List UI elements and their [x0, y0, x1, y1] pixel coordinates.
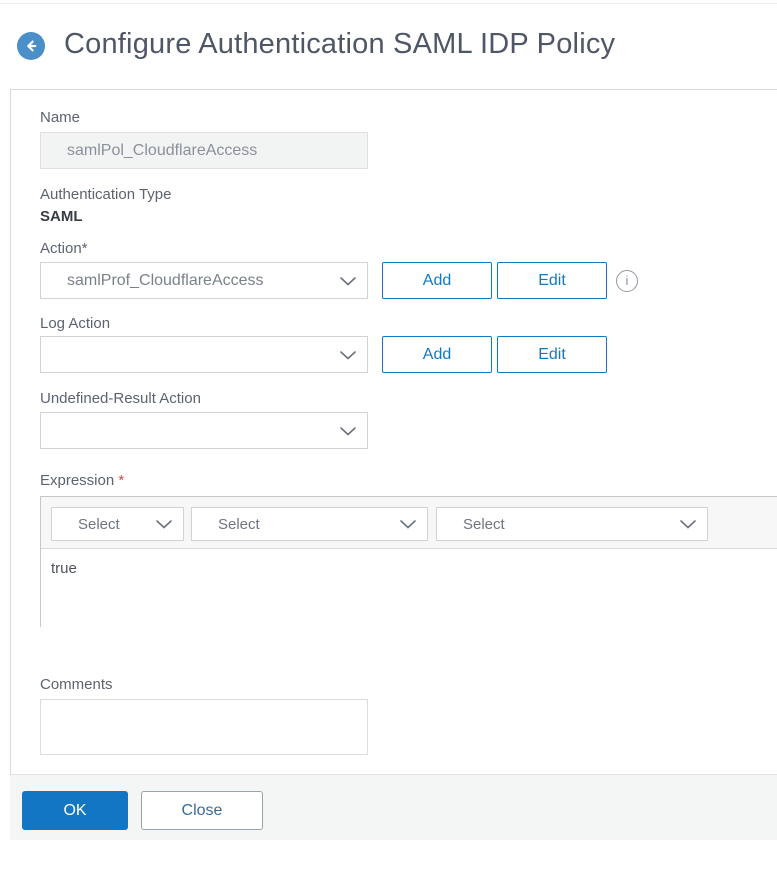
- expression-label: Expression *: [40, 472, 124, 489]
- comments-label: Comments: [40, 676, 113, 693]
- back-button[interactable]: [17, 32, 45, 60]
- action-add-button[interactable]: Add: [382, 262, 492, 299]
- chevron-down-icon: [340, 426, 356, 436]
- undefined-result-action-select[interactable]: [40, 412, 368, 449]
- chevron-down-icon: [680, 520, 696, 529]
- chevron-down-icon: [400, 520, 416, 529]
- log-action-edit-button[interactable]: Edit: [497, 336, 607, 373]
- top-divider: [0, 3, 777, 4]
- log-action-select[interactable]: [40, 336, 368, 373]
- action-edit-button[interactable]: Edit: [497, 262, 607, 299]
- expression-input[interactable]: true: [41, 549, 777, 627]
- required-marker: *: [118, 472, 125, 489]
- action-select-value: samlProf_CloudflareAccess: [67, 271, 264, 289]
- info-icon[interactable]: i: [616, 270, 638, 292]
- undefined-result-action-label: Undefined-Result Action: [40, 390, 201, 407]
- expression-builder: Select Select Select true: [40, 496, 777, 627]
- name-label: Name: [40, 109, 81, 126]
- expression-operand-select-1-value: Select: [78, 515, 120, 533]
- action-label: Action*: [40, 240, 88, 257]
- expression-operand-select-2-value: Select: [218, 515, 260, 533]
- name-input[interactable]: [40, 132, 368, 169]
- dialog-footer: OK Close: [10, 774, 777, 840]
- ok-button[interactable]: OK: [22, 791, 128, 830]
- authentication-type-value: SAML: [40, 208, 83, 225]
- expression-toolbar: Select Select Select: [41, 497, 777, 549]
- log-action-add-button[interactable]: Add: [382, 336, 492, 373]
- log-action-label: Log Action: [40, 315, 111, 332]
- authentication-type-label: Authentication Type: [40, 186, 172, 203]
- chevron-down-icon: [156, 520, 172, 529]
- action-select[interactable]: samlProf_CloudflareAccess: [40, 262, 368, 299]
- configure-saml-idp-policy-dialog: Configure Authentication SAML IDP Policy…: [0, 0, 777, 877]
- page-title: Configure Authentication SAML IDP Policy: [64, 28, 616, 60]
- arrow-left-icon: [27, 40, 37, 52]
- chevron-down-icon: [340, 276, 356, 286]
- comments-input[interactable]: [40, 699, 368, 755]
- expression-label-text: Expression: [40, 472, 115, 489]
- expression-operand-select-3-value: Select: [463, 515, 505, 533]
- expression-operand-select-1[interactable]: Select: [51, 507, 184, 541]
- close-button[interactable]: Close: [141, 791, 263, 830]
- expression-operand-select-2[interactable]: Select: [191, 507, 428, 541]
- chevron-down-icon: [340, 350, 356, 360]
- expression-operand-select-3[interactable]: Select: [436, 507, 708, 541]
